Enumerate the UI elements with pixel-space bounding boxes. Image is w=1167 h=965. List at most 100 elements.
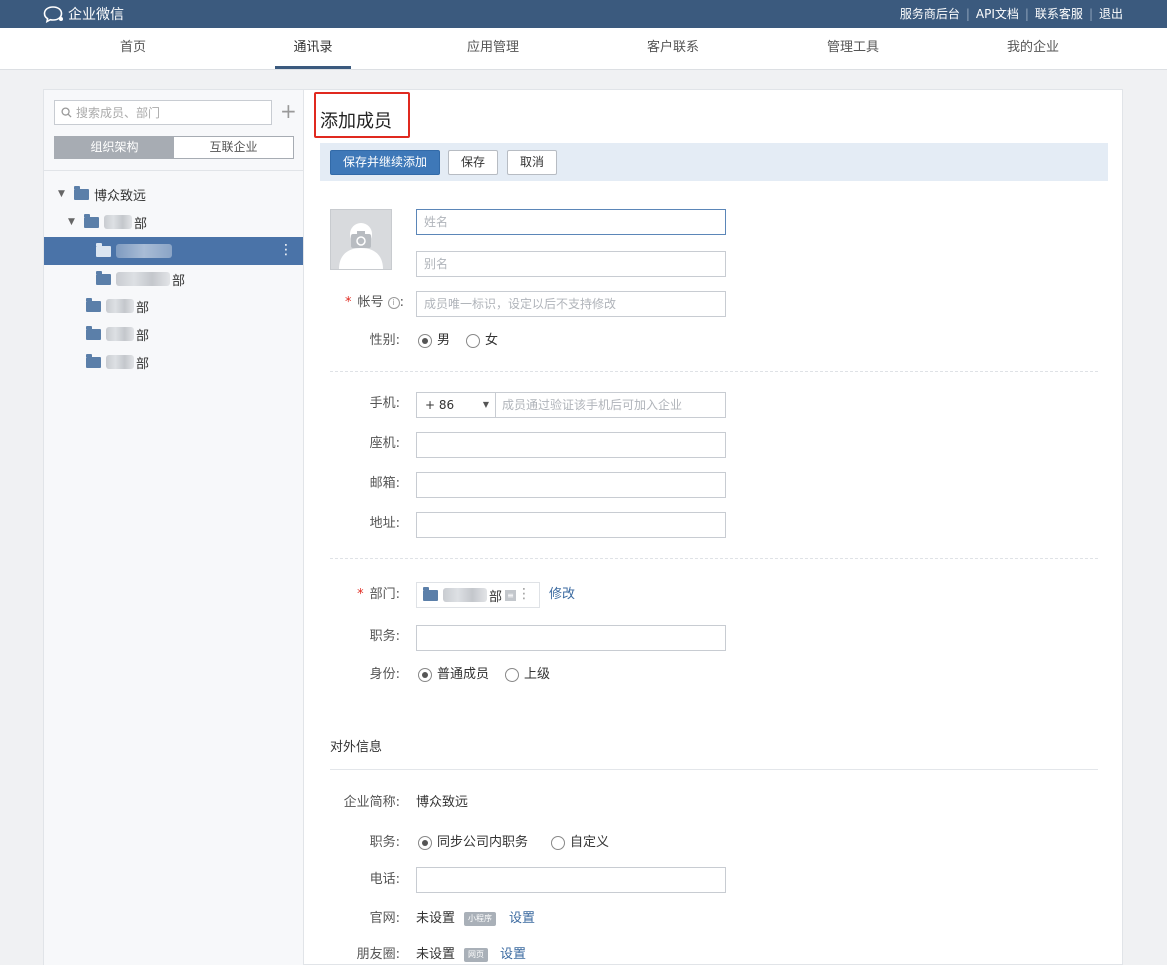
department-label: * 部门: — [330, 585, 400, 605]
redacted-text — [443, 588, 487, 602]
tree-item-subdept[interactable]: 部 — [44, 265, 303, 293]
separator: | — [1088, 6, 1093, 21]
colon: : — [399, 295, 404, 310]
caret-down-icon[interactable]: ▼ — [58, 189, 68, 199]
identity-superior-radio[interactable]: 上级 — [505, 665, 550, 685]
moments-settings-link[interactable]: 设置 — [500, 945, 526, 965]
main-nav: 首页 通讯录 应用管理 客户联系 管理工具 我的企业 — [0, 28, 1167, 70]
department-chip[interactable]: 部 ≡ ⋮ — [416, 582, 540, 608]
tab-home[interactable]: 首页 — [83, 28, 183, 69]
tab-my-enterprise[interactable]: 我的企业 — [983, 28, 1083, 69]
app-name: 企业微信 — [68, 7, 124, 23]
tree-item-dept[interactable]: 部 — [44, 320, 303, 348]
custom-position-radio[interactable]: 自定义 — [551, 833, 609, 853]
tree-item-root[interactable]: ▼ 博众致远 — [44, 180, 303, 208]
toolbar: 保存并继续添加 保存 取消 — [320, 143, 1108, 181]
save-button[interactable]: 保存 — [448, 150, 498, 175]
department-label-text: 部门: — [369, 587, 400, 602]
divider — [44, 170, 303, 171]
tree-item-dept[interactable]: ▼ 部 — [44, 208, 303, 236]
folder-icon — [96, 242, 111, 257]
folder-icon — [74, 185, 89, 200]
top-bar: 企业微信 服务商后台 | API文档 | 联系客服 | 退出 — [0, 0, 1167, 28]
search-input[interactable]: 搜索成员、部门 — [54, 100, 272, 125]
website-settings-link[interactable]: 设置 — [509, 909, 535, 929]
tree-item-dept[interactable]: 部 — [44, 292, 303, 320]
country-code-value: + 86 — [425, 398, 455, 412]
save-and-continue-button[interactable]: 保存并继续添加 — [330, 150, 440, 175]
sync-position-radio[interactable]: 同步公司内职务 — [418, 833, 528, 853]
radio-unchecked-icon — [551, 836, 565, 850]
account-field[interactable]: 成员唯一标识，设定以后不支持修改 — [416, 291, 726, 317]
radio-unchecked-icon — [466, 334, 480, 348]
redacted-text — [104, 215, 132, 229]
radio-checked-icon — [418, 334, 432, 348]
mobile-field: + 86 ▼ 成员通过验证该手机后可加入企业 — [416, 392, 726, 418]
link-contact-support[interactable]: 联系客服 — [1035, 5, 1083, 22]
radio-checked-icon — [418, 668, 432, 682]
mobile-input[interactable]: 成员通过验证该手机后可加入企业 — [496, 393, 682, 417]
address-field[interactable] — [416, 512, 726, 538]
tab-contacts[interactable]: 通讯录 — [263, 28, 363, 69]
page-title: 添加成员 — [320, 111, 392, 132]
landline-field[interactable] — [416, 432, 726, 458]
app-logo[interactable]: 企业微信 — [43, 4, 124, 24]
tab-customer-contact[interactable]: 客户联系 — [623, 28, 723, 69]
country-code-select[interactable]: + 86 ▼ — [417, 393, 496, 417]
landline-label: 座机: — [369, 436, 400, 451]
tree-item-label: 部 — [172, 273, 186, 289]
info-icon[interactable]: i — [387, 296, 400, 309]
email-label: 邮箱: — [369, 476, 400, 491]
link-logout[interactable]: 退出 — [1099, 5, 1123, 22]
tree-item-subdept-selected[interactable]: ⋮ — [44, 237, 303, 265]
tab-management-tools[interactable]: 管理工具 — [803, 28, 903, 69]
required-mark: * — [357, 587, 364, 602]
account-label: * 帐号 i: — [330, 293, 404, 313]
identity-regular-radio[interactable]: 普通成员 — [418, 665, 489, 685]
main-card: 搜索成员、部门 + 组织架构 互联企业 ▼ 博众致远 ▼ 部 ⋮ 部 部 部 部… — [43, 89, 1123, 965]
folder-icon — [423, 586, 438, 601]
radio-checked-icon — [418, 836, 432, 850]
segment-org-structure[interactable]: 组织架构 — [55, 137, 174, 158]
redacted-text — [106, 327, 134, 341]
radio-label: 女 — [485, 333, 499, 348]
phone-field[interactable] — [416, 867, 726, 893]
gender-male-radio[interactable]: 男 — [418, 331, 450, 351]
search-placeholder: 搜索成员、部门 — [76, 106, 161, 120]
name-field[interactable]: 姓名 — [416, 209, 726, 235]
link-provider-backend[interactable]: 服务商后台 — [900, 5, 960, 22]
tree-item-dept[interactable]: 部 — [44, 348, 303, 376]
tree-item-label: 部 — [136, 328, 150, 344]
redacted-text — [106, 299, 134, 313]
more-options-icon[interactable]: ⋮ — [279, 243, 293, 257]
email-field[interactable] — [416, 472, 726, 498]
search-icon — [61, 107, 72, 118]
position-label: 职务: — [369, 629, 400, 644]
tag-icon[interactable]: ≡ — [505, 589, 517, 601]
position-field[interactable] — [416, 625, 726, 651]
tree-item-label: 部 — [134, 216, 148, 232]
gender-female-radio[interactable]: 女 — [466, 331, 498, 351]
address-label: 地址: — [369, 516, 400, 531]
tab-app-management[interactable]: 应用管理 — [443, 28, 543, 69]
moments-status: 未设置 — [416, 947, 456, 962]
redacted-text — [106, 355, 134, 369]
add-icon[interactable]: + — [280, 101, 297, 123]
link-api-docs[interactable]: API文档 — [976, 5, 1019, 22]
folder-icon — [86, 353, 101, 368]
identity-label: 身份: — [369, 667, 400, 682]
more-options-icon[interactable]: ⋮ — [517, 587, 531, 601]
folder-icon — [96, 270, 111, 285]
modify-department-link[interactable]: 修改 — [549, 585, 575, 605]
cancel-button[interactable]: 取消 — [507, 150, 557, 175]
folder-icon — [84, 213, 99, 228]
alias-field[interactable]: 别名 — [416, 251, 726, 277]
avatar-upload[interactable] — [330, 209, 392, 270]
folder-icon — [86, 325, 101, 340]
segment-connected-enterprise[interactable]: 互联企业 — [174, 137, 293, 158]
top-links: 服务商后台 | API文档 | 联系客服 | 退出 — [900, 5, 1123, 22]
account-label-text: 帐号 — [357, 295, 384, 310]
tree-item-label: 博众致远 — [94, 188, 147, 204]
caret-down-icon[interactable]: ▼ — [68, 217, 78, 227]
divider — [330, 371, 1098, 372]
